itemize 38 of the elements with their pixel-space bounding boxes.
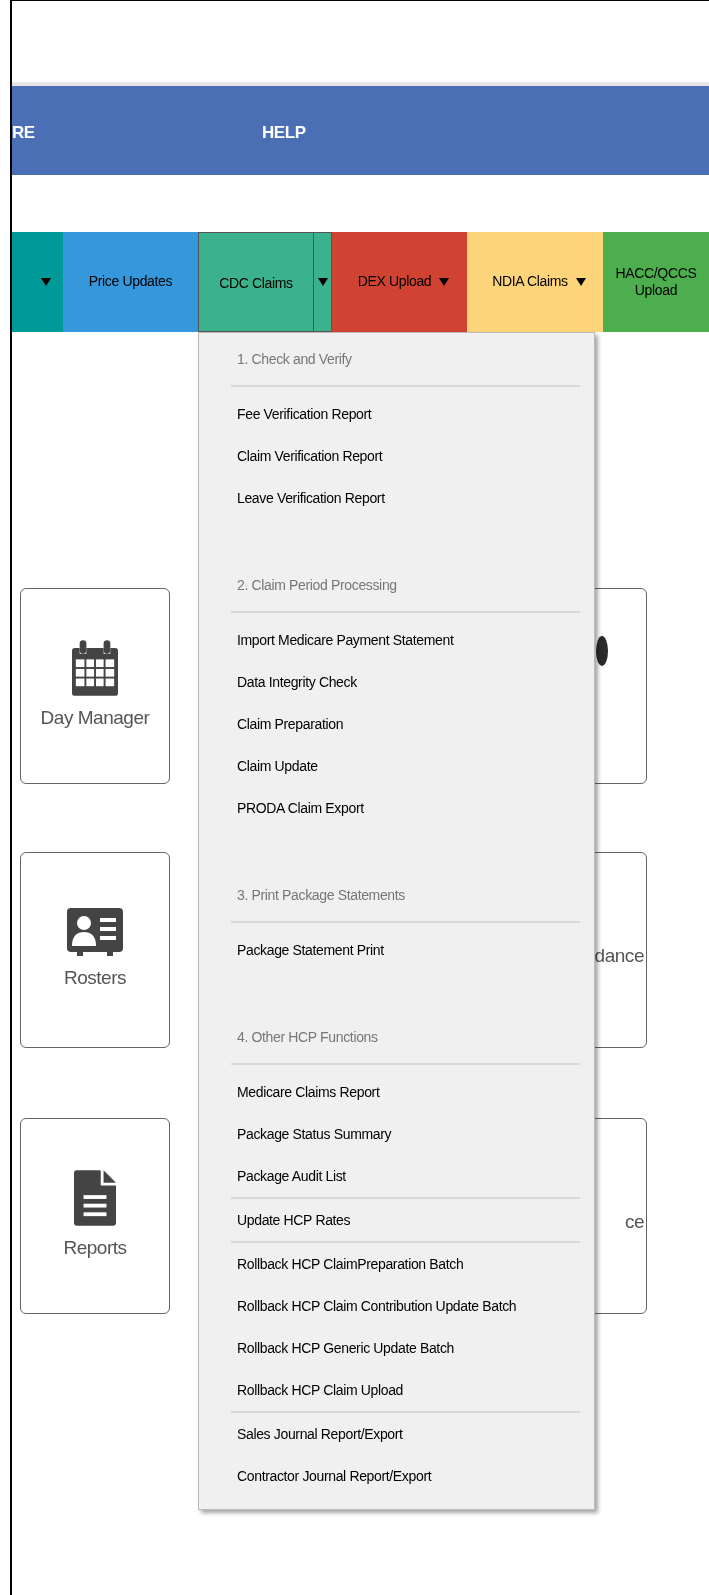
menu-tab[interactable]: CDC Claims	[198, 232, 314, 332]
tile-icon	[596, 636, 608, 666]
document-icon	[74, 1169, 116, 1226]
menu-item[interactable]: Claim Verification Report	[237, 445, 383, 467]
menu-item[interactable]: Import Medicare Payment Statement	[237, 629, 454, 651]
menu-tab[interactable]: NDIA Claims	[467, 232, 603, 332]
menu-item[interactable]: Rollback HCP ClaimPreparation Batch	[237, 1253, 464, 1275]
tile-button[interactable]: Day Manager	[20, 588, 170, 784]
menu-item[interactable]: Claim Preparation	[237, 713, 344, 735]
menu-item[interactable]: Rollback HCP Claim Upload	[237, 1379, 404, 1401]
nav-link[interactable]: HELP	[262, 120, 306, 146]
menu-item[interactable]: Package Status Summary	[237, 1123, 392, 1145]
menu-item[interactable]: Medicare Claims Report	[237, 1081, 380, 1103]
menu-item[interactable]: Rollback HCP Claim Contribution Update Batch	[237, 1295, 517, 1317]
menu-tab[interactable]: HACC/QCCS Upload	[603, 232, 709, 332]
menu-item[interactable]: Fee Verification Report	[237, 403, 372, 425]
calendar-icon	[72, 639, 118, 696]
dropdown-toggle[interactable]	[314, 232, 332, 332]
menu-item[interactable]: Leave Verification Report	[237, 487, 385, 509]
tile-button[interactable]: Reports	[20, 1118, 170, 1314]
menu-item[interactable]: Package Audit List	[237, 1165, 346, 1187]
menu-item[interactable]: Data Integrity Check	[237, 671, 357, 693]
menu-section-heading: 1. Check and Verify	[237, 349, 352, 369]
nav-link[interactable]: RE	[12, 120, 35, 146]
menu-item[interactable]: Update HCP Rates	[237, 1209, 351, 1231]
menu-tab[interactable]: Price Updates	[63, 232, 198, 332]
menu-section-heading: 4. Other HCP Functions	[237, 1027, 378, 1047]
menu-item[interactable]: Rollback HCP Generic Update Batch	[237, 1337, 454, 1359]
contact-card-icon	[67, 907, 123, 956]
menu-item[interactable]: Claim Update	[237, 755, 318, 777]
menu-item[interactable]: Contractor Journal Report/Export	[237, 1465, 432, 1487]
menu-item[interactable]: Package Statement Print	[237, 939, 384, 961]
tile-button[interactable]: Rosters	[20, 852, 170, 1048]
menu-section-heading: 3. Print Package Statements	[237, 885, 405, 905]
menu-item[interactable]: Sales Journal Report/Export	[237, 1423, 403, 1445]
menu-item[interactable]: PRODA Claim Export	[237, 797, 364, 819]
menu-tab[interactable]: DEX Upload	[332, 232, 467, 332]
menu-section-heading: 2. Claim Period Processing	[237, 575, 397, 595]
